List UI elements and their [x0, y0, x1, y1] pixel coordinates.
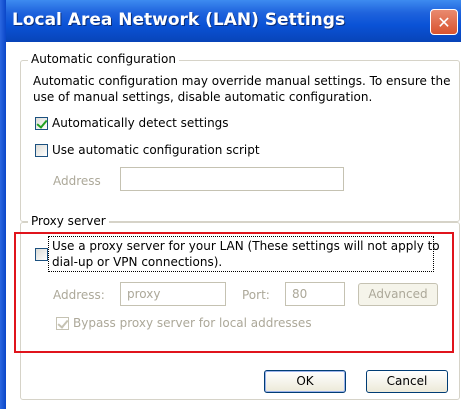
- close-icon[interactable]: ✕: [430, 9, 458, 35]
- proxy-address-label: Address:: [53, 288, 105, 302]
- lan-settings-dialog: Local Area Network (LAN) Settings ✕ Auto…: [0, 0, 461, 409]
- proxy-port-field[interactable]: 80: [285, 282, 345, 306]
- proxy-port-label: Port:: [242, 288, 270, 302]
- bypass-local-label[interactable]: Bypass proxy server for local addresses: [73, 315, 312, 331]
- auto-config-description-line1: Automatic configuration may override man…: [33, 74, 451, 88]
- use-proxy-label-line2[interactable]: dial-up or VPN connections).: [52, 254, 222, 270]
- dialog-body: Automatic configuration Automatic config…: [6, 42, 461, 409]
- detect-settings-label[interactable]: Automatically detect settings: [52, 115, 229, 131]
- window-title: Local Area Network (LAN) Settings: [12, 10, 346, 30]
- auto-config-address-label: Address: [53, 174, 101, 188]
- use-proxy-label-line1[interactable]: Use a proxy server for your LAN (These s…: [52, 238, 440, 254]
- auto-config-legend: Automatic configuration: [28, 52, 179, 66]
- auto-config-script-label[interactable]: Use automatic configuration script: [52, 142, 260, 158]
- advanced-button[interactable]: Advanced: [358, 283, 438, 306]
- proxy-address-field[interactable]: proxy: [120, 282, 226, 306]
- auto-config-address-field[interactable]: [120, 167, 344, 191]
- use-proxy-checkbox[interactable]: [35, 248, 48, 261]
- ok-button[interactable]: OK: [264, 370, 346, 393]
- detect-settings-checkbox[interactable]: [35, 117, 48, 130]
- cancel-button[interactable]: Cancel: [366, 370, 448, 393]
- title-bar[interactable]: Local Area Network (LAN) Settings ✕: [0, 0, 461, 42]
- auto-config-script-checkbox[interactable]: [35, 144, 48, 157]
- bypass-local-checkbox[interactable]: [56, 317, 69, 330]
- auto-config-description-line2: use of manual settings, disable automati…: [33, 90, 373, 104]
- proxy-server-legend: Proxy server: [28, 214, 109, 228]
